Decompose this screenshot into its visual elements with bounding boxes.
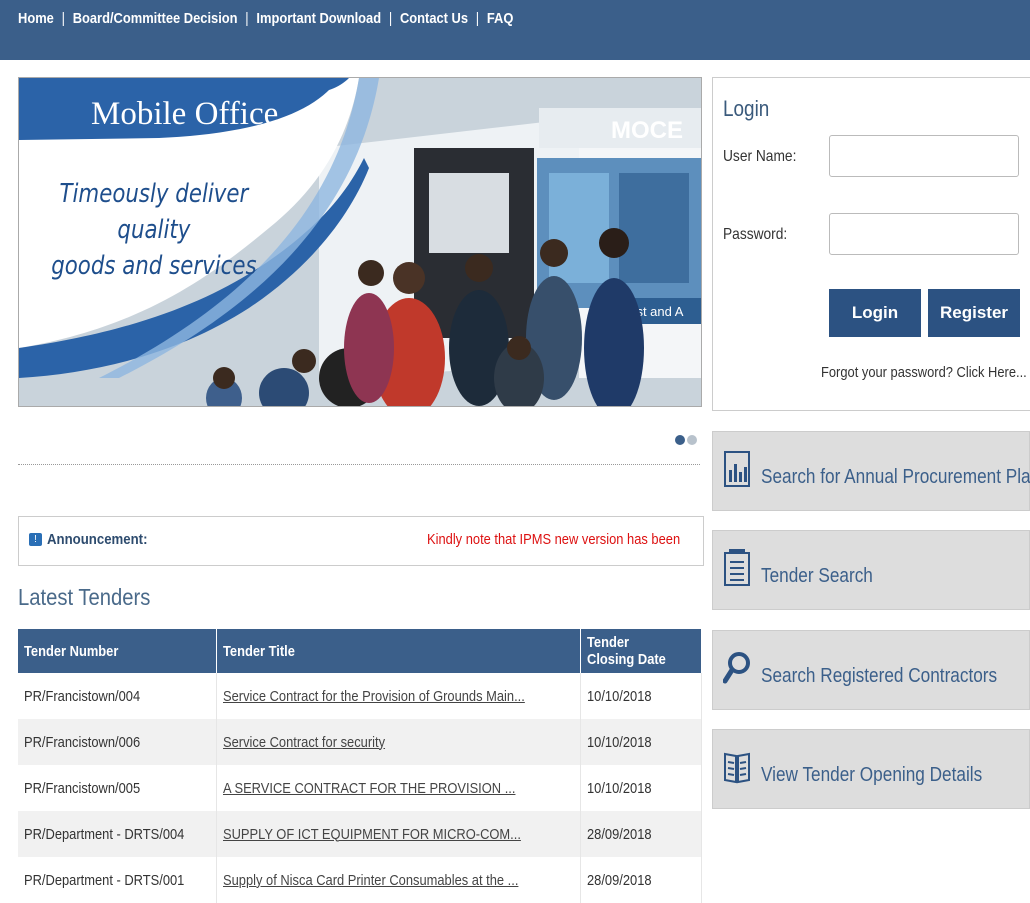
- tender-title-cell: Service Contract for security: [216, 719, 582, 765]
- banner-title: Mobile Office: [91, 96, 279, 132]
- table-row: PR/Francistown/006 Service Contract for …: [18, 719, 702, 765]
- search-icon: [723, 652, 750, 684]
- annual-procurement-plan-button[interactable]: Search for Annual Procurement Plan: [712, 431, 1030, 511]
- tender-number-cell: PR/Department - DRTS/001: [18, 857, 218, 903]
- announcement-message: Kindly note that IPMS new version has be…: [427, 531, 681, 548]
- table-row: PR/Francistown/004 Service Contract for …: [18, 673, 702, 719]
- nav-contact-link[interactable]: Contact Us: [400, 10, 468, 27]
- search-contractors-button[interactable]: Search Registered Contractors: [712, 630, 1030, 710]
- announcement-label: Announcement:: [47, 531, 148, 548]
- tender-title-link[interactable]: Service Contract for security: [223, 734, 385, 751]
- van-logo: MOCE: [611, 117, 683, 144]
- header-closing-date: Tender Closing Date: [580, 629, 702, 673]
- tender-number-cell: PR/Francistown/004: [18, 673, 218, 719]
- side-item-label: Search for Annual Procurement Plan: [761, 466, 1030, 488]
- banner-slogan: Timeously deliver quality goods and serv…: [35, 176, 273, 284]
- password-input[interactable]: [829, 213, 1019, 255]
- table-header-row: Tender Number Tender Title Tender Closin…: [18, 629, 702, 673]
- tender-title-cell: Supply of Nisca Card Printer Consumables…: [216, 857, 582, 903]
- document-list-icon: [724, 549, 750, 586]
- slider-dots: [675, 432, 699, 450]
- tender-title-link[interactable]: Supply of Nisca Card Printer Consumables…: [223, 872, 518, 889]
- tender-date-cell: 10/10/2018: [580, 765, 702, 811]
- nav-separator: |: [61, 10, 65, 27]
- banner-slogan-line1: Timeously deliver quality: [59, 179, 249, 245]
- bar-chart-icon: [724, 451, 750, 487]
- nav-separator: |: [245, 10, 249, 27]
- banner-slogan-line2: goods and services: [51, 251, 257, 281]
- tender-title-link[interactable]: A SERVICE CONTRACT FOR THE PROVISION ...: [223, 780, 515, 797]
- side-item-label: Search Registered Contractors: [761, 665, 998, 687]
- header-tender-number: Tender Number: [18, 629, 218, 673]
- announcement-icon: !: [29, 533, 42, 546]
- tenders-table: Tender Number Tender Title Tender Closin…: [18, 629, 702, 903]
- tender-number-cell: PR/Department - DRTS/004: [18, 811, 218, 857]
- tender-title-link[interactable]: SUPPLY OF ICT EQUIPMENT FOR MICRO-COM...: [223, 826, 521, 843]
- username-label: User Name:: [723, 148, 797, 165]
- latest-tenders-title: Latest Tenders: [18, 584, 151, 610]
- tender-date-cell: 10/10/2018: [580, 673, 702, 719]
- tender-date-cell: 28/09/2018: [580, 857, 702, 903]
- tender-date-cell: 10/10/2018: [580, 719, 702, 765]
- nav-links: Home | Board/Committee Decision | Important …: [18, 10, 513, 27]
- announcement-bar: ! Announcement: Kindly note that IPMS ne…: [18, 516, 704, 566]
- slider-dot-2[interactable]: [687, 435, 697, 445]
- header-tender-title: Tender Title: [216, 629, 582, 673]
- tender-date-cell: 28/09/2018: [580, 811, 702, 857]
- login-title: Login: [723, 96, 770, 121]
- divider: [18, 464, 700, 465]
- open-book-icon: [724, 752, 750, 784]
- table-row: PR/Department - DRTS/004 SUPPLY OF ICT E…: [18, 811, 702, 857]
- login-button[interactable]: Login: [829, 289, 921, 337]
- tender-title-cell: Service Contract for the Provision of Gr…: [216, 673, 582, 719]
- side-item-label: View Tender Opening Details: [761, 764, 983, 786]
- tender-number-cell: PR/Francistown/005: [18, 765, 218, 811]
- nav-home-link[interactable]: Home: [18, 10, 54, 27]
- nav-separator: |: [475, 10, 480, 27]
- banner-slide[interactable]: Inclust and A MOCE Mobile Office Timeous…: [18, 77, 702, 407]
- top-nav: Home | Board/Committee Decision | Important …: [0, 0, 1030, 60]
- forgot-password-link[interactable]: Forgot your password? Click Here...: [821, 364, 1027, 381]
- nav-faq-link[interactable]: FAQ: [487, 10, 514, 27]
- tender-title-cell: SUPPLY OF ICT EQUIPMENT FOR MICRO-COM...: [216, 811, 582, 857]
- side-item-label: Tender Search: [761, 565, 873, 587]
- nav-separator: |: [388, 10, 393, 27]
- tender-opening-details-button[interactable]: View Tender Opening Details: [712, 729, 1030, 809]
- username-input[interactable]: [829, 135, 1019, 177]
- login-panel: Login User Name: Password: Login Registe…: [712, 77, 1030, 411]
- nav-downloads-link[interactable]: Important Download: [256, 10, 381, 27]
- table-row: PR/Francistown/005 A SERVICE CONTRACT FO…: [18, 765, 702, 811]
- password-label: Password:: [723, 226, 788, 243]
- register-button[interactable]: Register: [928, 289, 1020, 337]
- table-row: PR/Department - DRTS/001 Supply of Nisca…: [18, 857, 702, 903]
- nav-board-link[interactable]: Board/Committee Decision: [73, 10, 238, 27]
- tender-number-cell: PR/Francistown/006: [18, 719, 218, 765]
- tender-search-button[interactable]: Tender Search: [712, 530, 1030, 610]
- tender-title-link[interactable]: Service Contract for the Provision of Gr…: [223, 688, 525, 705]
- tender-title-cell: A SERVICE CONTRACT FOR THE PROVISION ...: [216, 765, 582, 811]
- slider-dot-1[interactable]: [675, 435, 685, 445]
